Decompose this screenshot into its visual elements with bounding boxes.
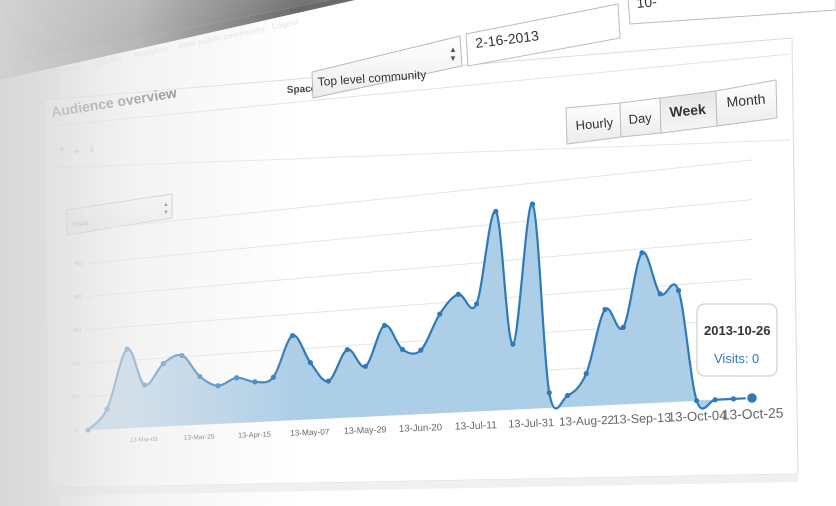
data-point[interactable] [730,396,737,402]
data-point[interactable] [546,390,552,396]
data-point[interactable] [493,208,499,215]
y-tick-label: 300 [73,328,82,334]
y-tick-label: 400 [74,295,83,301]
btn-day[interactable]: Day [628,110,653,127]
x-tick-label: 13-Jun-20 [399,422,443,435]
perspective-view: Home Content Updates Analytics View publ… [0,0,836,506]
data-point[interactable] [381,322,388,329]
tooltip-date: 2013-10-26 [704,323,771,338]
data-point[interactable] [307,360,313,366]
data-point[interactable] [529,201,536,207]
data-point[interactable] [565,392,571,399]
data-point[interactable] [362,363,369,369]
data-point[interactable] [233,375,240,381]
export-icon[interactable]: ⇩ [88,144,96,154]
x-tick-label: 13-Aug-22 [559,413,615,429]
data-point[interactable] [437,311,443,317]
select-updown-icon: ▲ [449,45,457,54]
y-tick-label: 0 [75,428,78,434]
x-tick-label: 13-Jul-11 [455,420,498,432]
data-point[interactable] [657,291,663,297]
x-tick-label: 13-Apr-15 [238,430,271,440]
data-point[interactable] [510,341,516,347]
data-point[interactable] [289,332,296,339]
data-point[interactable] [325,378,332,384]
y-tick-label: 500 [75,261,84,267]
data-point[interactable] [104,406,110,412]
data-point[interactable] [197,373,203,380]
data-point[interactable] [124,346,130,352]
data-point[interactable] [675,287,682,294]
data-point[interactable] [745,391,759,405]
tooltip-visits: Visits: 0 [714,351,759,366]
data-point[interactable] [473,301,480,307]
date-to-value: 10- [636,0,658,11]
data-point[interactable] [418,347,424,353]
select-updown-icon-down: ▼ [449,54,457,63]
x-tick-label: 13-Oct-04 [668,408,727,425]
x-tick-label: 13-Mar-03 [130,437,159,444]
x-tick-label: 13-Sep-13 [612,411,671,427]
download-icon[interactable]: ⇣ [73,145,81,155]
data-point[interactable] [620,324,626,330]
data-point[interactable] [215,383,221,389]
x-tick-label: 13-Jul-31 [508,417,554,431]
metric-updown-icon: ▲ [163,202,169,208]
x-tick-label: 13-Oct-25 [721,405,784,423]
x-tick-label: 13-May-07 [290,427,330,437]
data-point[interactable] [344,346,350,353]
data-point[interactable] [85,427,91,433]
x-tick-label: 13-May-29 [344,424,387,435]
data-point[interactable] [179,352,185,359]
y-tick-label: 200 [72,361,81,367]
x-tick-label: 13-Mar-25 [184,434,215,442]
data-point[interactable] [252,379,258,385]
data-point[interactable] [399,346,406,353]
data-point[interactable] [694,398,700,404]
data-point[interactable] [270,374,276,380]
data-point[interactable] [583,371,589,377]
metric-updown-icon-down: ▼ [163,210,169,216]
data-point[interactable] [141,382,148,388]
data-point[interactable] [160,360,167,367]
chart-tooltip: 2013-10-26 Visits: 0 [696,303,778,377]
data-point[interactable] [639,250,645,256]
chart-type-icon[interactable]: ⇡ [58,146,66,156]
btn-month[interactable]: Month [726,91,766,110]
screenshot-stage: Home Content Updates Analytics View publ… [0,0,836,506]
data-point[interactable] [712,397,718,403]
data-point[interactable] [455,291,461,297]
data-point[interactable] [602,306,608,313]
y-tick-label: 100 [71,395,80,401]
btn-week[interactable]: Week [669,101,707,120]
